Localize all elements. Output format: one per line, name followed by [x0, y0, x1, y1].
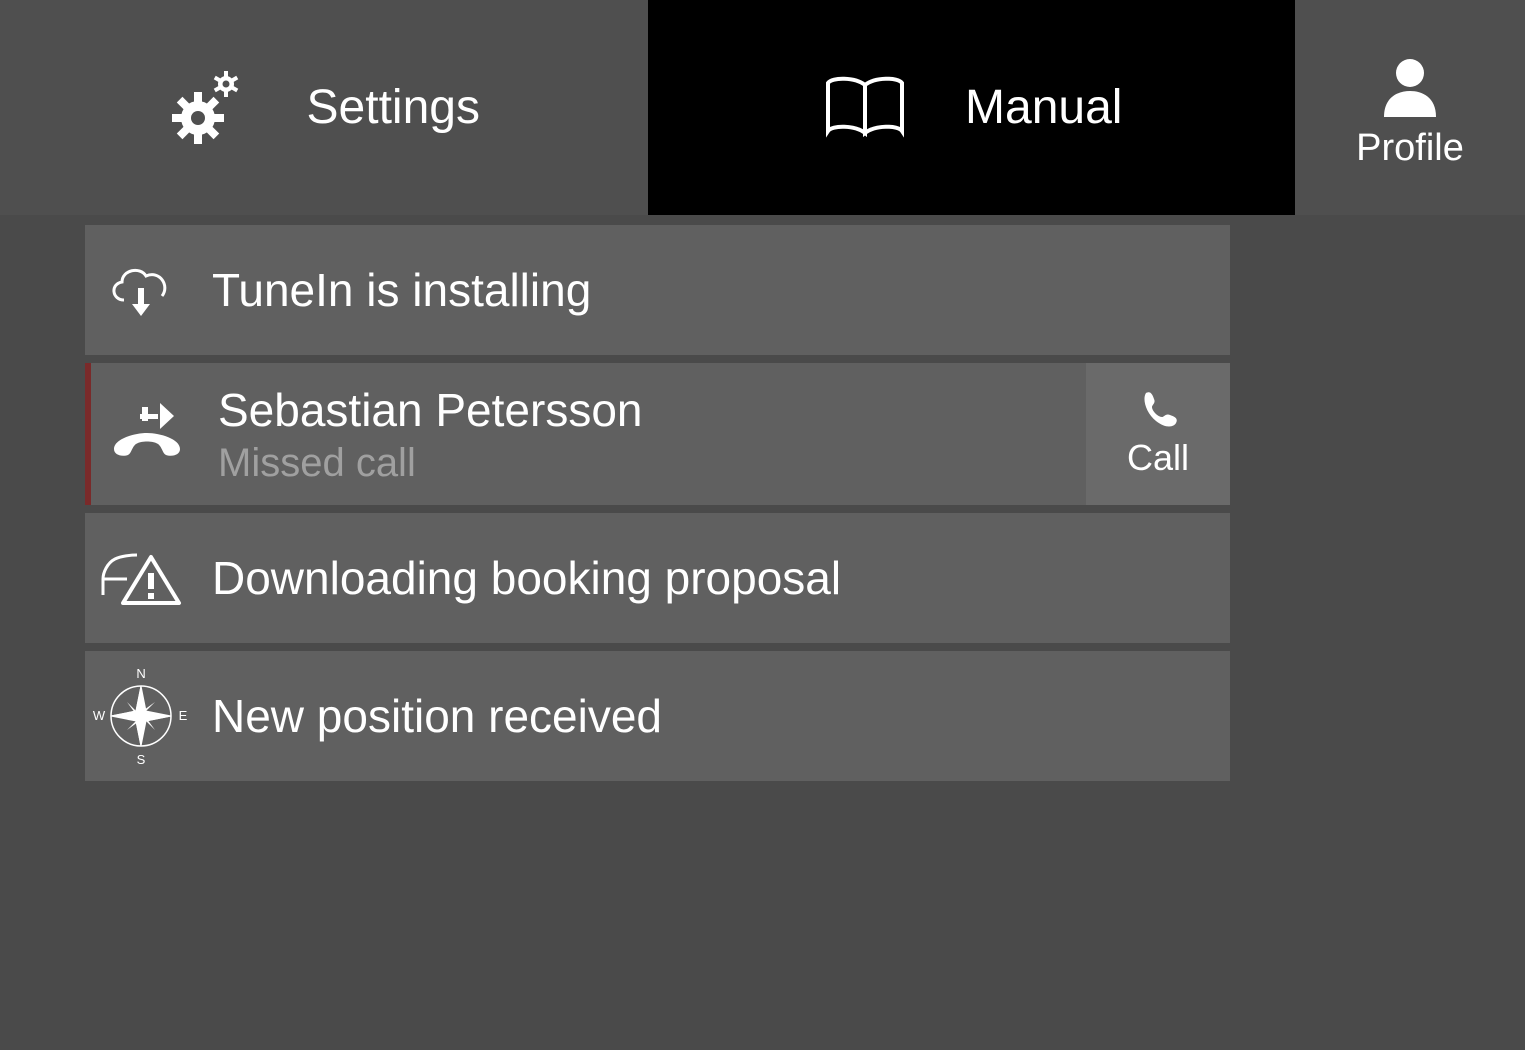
notification-subtitle: Missed call — [218, 441, 1086, 486]
compass-icon: N E S W — [85, 663, 197, 769]
car-warning-icon — [85, 543, 197, 613]
notification-title: Sebastian Petersson — [218, 383, 1086, 437]
phone-icon — [1138, 389, 1178, 429]
svg-text:N: N — [136, 666, 145, 681]
svg-text:E: E — [179, 708, 188, 723]
person-icon — [1376, 55, 1444, 117]
tab-label: Settings — [307, 80, 480, 135]
tab-settings[interactable]: Settings — [0, 0, 648, 215]
notification-tunein[interactable]: TuneIn is installing — [85, 225, 1230, 355]
cloud-download-icon — [85, 262, 197, 318]
notification-missed-call[interactable]: Sebastian Petersson Missed call Call — [85, 363, 1230, 505]
missed-call-icon — [91, 399, 203, 469]
topbar: Settings Manual Profile — [0, 0, 1525, 215]
notification-position[interactable]: N E S W — [85, 651, 1230, 781]
tab-manual[interactable]: Manual — [648, 0, 1296, 215]
notification-list: TuneIn is installing Sebastian Pete — [0, 215, 1525, 781]
tab-profile[interactable]: Profile — [1295, 0, 1525, 215]
notification-title: Downloading booking proposal — [212, 551, 1230, 605]
notification-title: TuneIn is installing — [212, 263, 1230, 317]
svg-text:W: W — [93, 708, 106, 723]
gear-icon — [168, 68, 252, 148]
book-icon — [820, 73, 910, 143]
tab-label: Manual — [965, 80, 1122, 135]
call-button[interactable]: Call — [1086, 363, 1230, 505]
notification-title: New position received — [212, 689, 1230, 743]
notification-booking[interactable]: Downloading booking proposal — [85, 513, 1230, 643]
tab-label: Profile — [1356, 127, 1464, 170]
svg-text:S: S — [137, 752, 146, 767]
call-button-label: Call — [1127, 437, 1189, 479]
